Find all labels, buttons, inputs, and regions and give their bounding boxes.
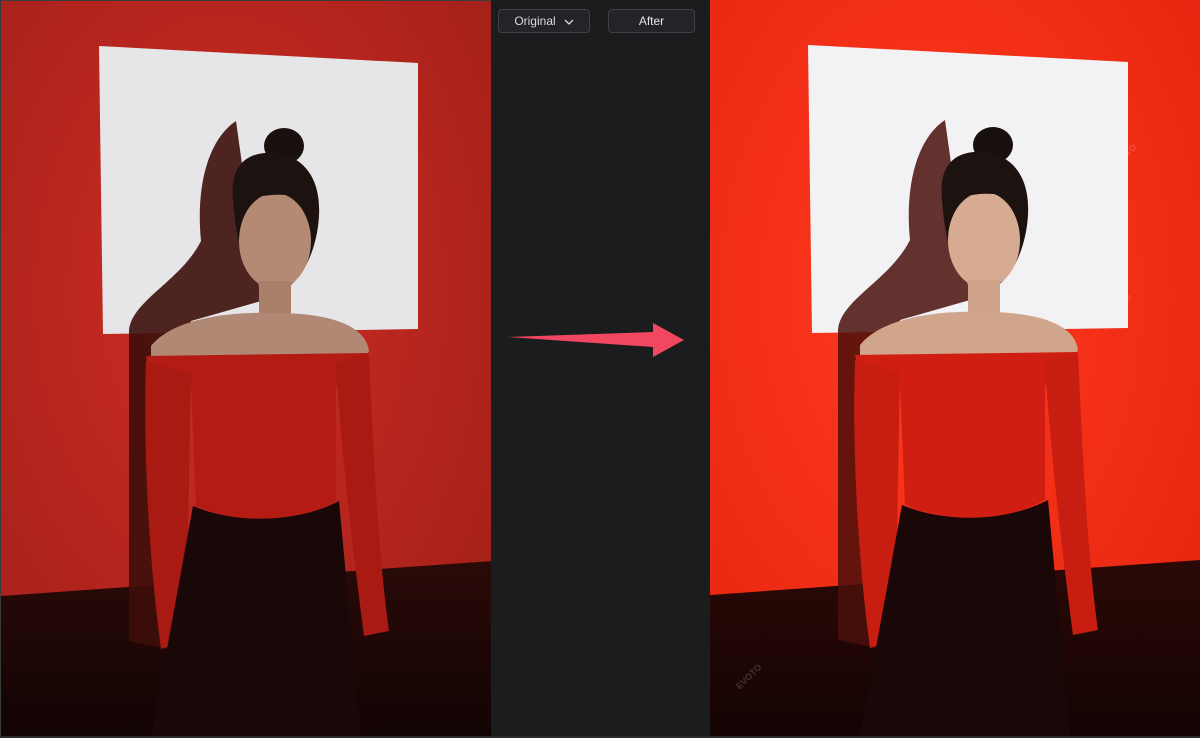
edited-photo: EVOTO EVOTO EVOTO EVOTO EVOTO EVOTO EVOT… xyxy=(710,0,1200,736)
after-image-panel: EVOTO EVOTO EVOTO EVOTO EVOTO EVOTO EVOT… xyxy=(710,0,1200,736)
arrow-right-icon xyxy=(508,323,684,357)
chevron-down-icon xyxy=(564,16,574,26)
compare-mode-dropdown[interactable]: Original xyxy=(498,9,590,33)
compare-controls: Original After xyxy=(491,0,710,736)
original-photo xyxy=(1,1,491,736)
comparison-view: Original After EVOTO EVOTO EVOTO EVOTO E… xyxy=(0,0,1200,738)
before-image-panel xyxy=(0,0,491,736)
after-button[interactable]: After xyxy=(608,9,695,33)
dropdown-selected-label: Original xyxy=(514,14,556,28)
